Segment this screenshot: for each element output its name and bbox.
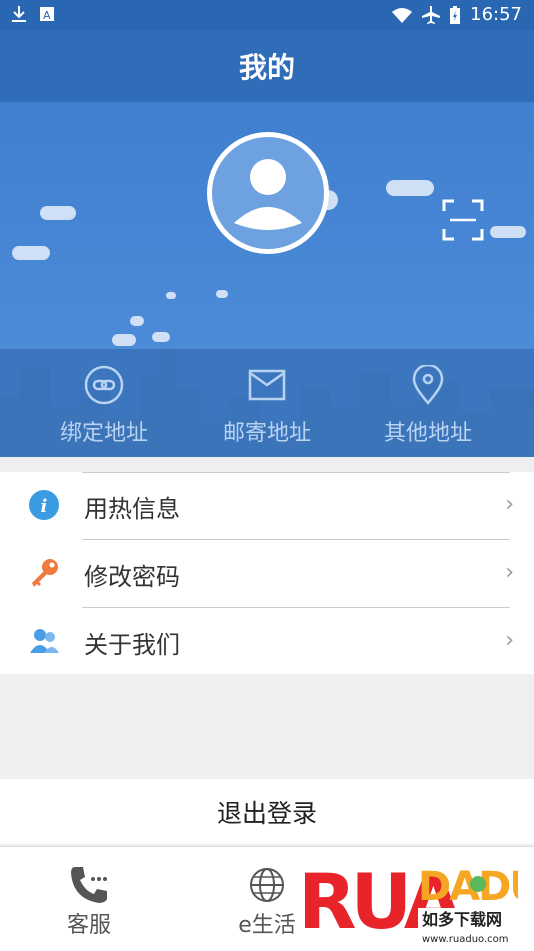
- cloud-decoration: [40, 206, 76, 220]
- status-bar: A 16:57: [0, 0, 534, 30]
- address-tab-label: 其他地址: [383, 421, 472, 446]
- address-tab-label: 绑定地址: [59, 421, 148, 446]
- tab-label: e生活: [238, 913, 296, 938]
- tab-label: 客服: [66, 913, 111, 938]
- menu-item-label: 用热信息: [84, 495, 180, 523]
- globe-icon: [250, 868, 284, 902]
- logout-label: 退出登录: [216, 798, 317, 828]
- chevron-right-icon: ›: [505, 560, 514, 585]
- cloud-decoration: [166, 292, 176, 299]
- mail-icon: [248, 369, 286, 401]
- status-time: 16:57: [470, 4, 522, 25]
- people-icon: [30, 629, 59, 653]
- logout-button[interactable]: 退出登录: [0, 779, 534, 844]
- profile-hero: 绑定地址 邮寄地址 其他地址: [0, 102, 534, 457]
- tab-customer-service[interactable]: 客服: [29, 847, 149, 951]
- wifi-icon: [392, 7, 413, 23]
- menu-item-change-password[interactable]: 修改密码 ›: [0, 540, 534, 607]
- address-tab-other[interactable]: 其他地址: [358, 349, 498, 457]
- menu-item-about-us[interactable]: 关于我们 ›: [0, 608, 534, 675]
- a-badge-icon: A: [40, 7, 54, 21]
- watermark-subtitle: 如多下载网: [422, 910, 502, 929]
- info-icon: i: [29, 490, 59, 520]
- svg-text:i: i: [41, 496, 48, 517]
- address-tab-mail[interactable]: 邮寄地址: [197, 349, 337, 457]
- page-title-bar: 我的: [0, 30, 534, 102]
- svg-text:DADU: DADU: [418, 864, 518, 910]
- scan-icon[interactable]: [442, 199, 484, 241]
- address-tab-bound[interactable]: 绑定地址: [34, 349, 174, 457]
- airplane-icon: [422, 5, 441, 24]
- chevron-right-icon: ›: [505, 492, 514, 517]
- cloud-decoration: [490, 226, 526, 238]
- svg-text:A: A: [43, 9, 51, 21]
- cloud-decoration: [386, 180, 434, 196]
- menu-item-label: 关于我们: [84, 631, 180, 659]
- avatar[interactable]: [207, 132, 329, 254]
- page-title: 我的: [238, 51, 295, 84]
- location-pin-icon: [412, 365, 444, 405]
- menu-item-label: 修改密码: [84, 563, 180, 591]
- cloud-decoration: [12, 246, 50, 260]
- address-tabs: 绑定地址 邮寄地址 其他地址: [0, 349, 534, 457]
- user-avatar-icon: [234, 159, 302, 230]
- download-icon: [12, 6, 26, 22]
- battery-icon: [450, 5, 461, 24]
- cloud-decoration: [216, 290, 228, 298]
- key-icon: [32, 559, 58, 587]
- link-icon: [84, 365, 124, 405]
- watermark-logo: RUA DADU 如多下载网 www.ruaduo.com: [298, 857, 518, 946]
- settings-menu: i 用热信息 › 修改密码 › 关于我们 ›: [0, 472, 534, 674]
- address-tab-label: 邮寄地址: [222, 421, 311, 446]
- cloud-decoration: [130, 316, 144, 326]
- menu-item-heat-info[interactable]: i 用热信息 ›: [0, 472, 534, 539]
- chevron-right-icon: ›: [505, 628, 514, 653]
- watermark-url: www.ruaduo.com: [422, 934, 509, 945]
- phone-icon: [71, 867, 107, 903]
